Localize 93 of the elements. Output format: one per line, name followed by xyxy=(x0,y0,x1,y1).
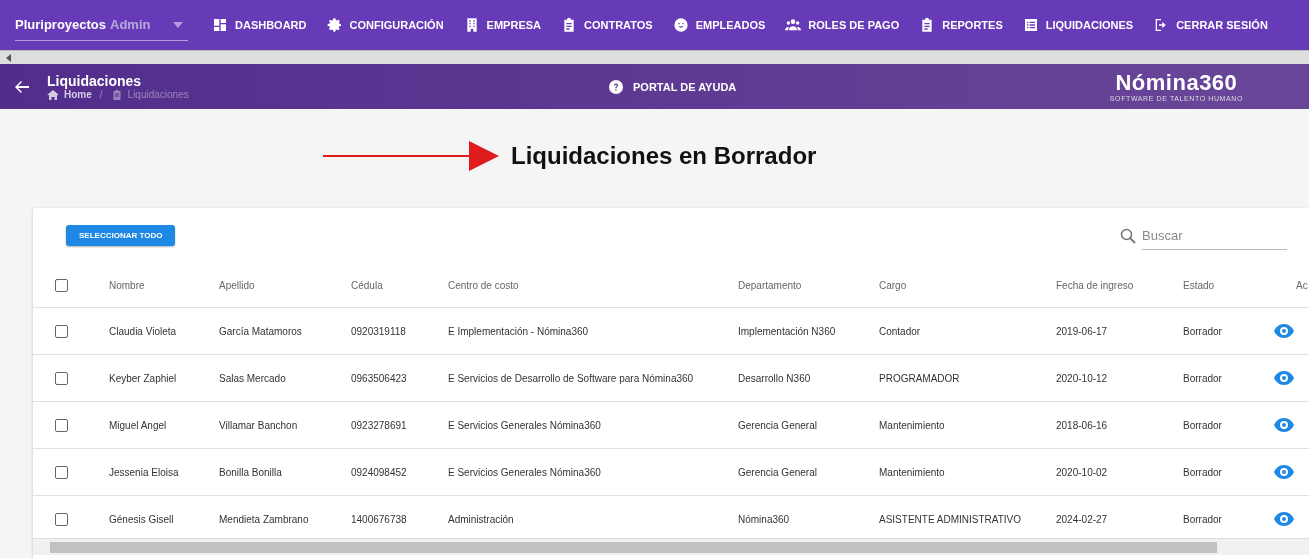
table-cell-text: Desarrollo N360 xyxy=(738,372,812,384)
view-icon[interactable] xyxy=(1274,371,1294,385)
table-cell-text: E Servicios de Desarrollo de Software para Nómina360 xyxy=(448,372,695,384)
table-cell-text: 2020-10-12 xyxy=(1056,372,1109,384)
nav-item[interactable]: ROLES DE PAGO xyxy=(775,7,910,43)
table-cell-text: Contador xyxy=(879,325,922,337)
column-header[interactable]: Cargo xyxy=(879,279,1056,291)
table-cell-text: Borrador xyxy=(1183,372,1223,384)
select-all-button[interactable]: SELECCIONAR TODO xyxy=(66,225,176,246)
table-cell-text: 0923278691 xyxy=(351,419,408,431)
nav-item[interactable]: CONFIGURACIÓN xyxy=(316,7,454,43)
table-cell-text: Borrador xyxy=(1183,325,1223,337)
checkbox[interactable] xyxy=(55,324,68,338)
table-cell-text: Claudia Violeta xyxy=(109,325,178,337)
search-icon xyxy=(1120,227,1136,244)
nav-item[interactable]: DASHBOARD xyxy=(202,7,317,43)
table-cell-text: Gerencia General xyxy=(738,466,818,478)
scroll-left-icon[interactable] xyxy=(5,53,13,62)
table-cell-text: 0924098452 xyxy=(351,466,408,478)
table-cell-text: Implementación N360 xyxy=(738,325,837,337)
checkbox[interactable] xyxy=(55,278,68,292)
table-cell-text: Jessenia Eloisa xyxy=(109,466,180,478)
view-icon[interactable] xyxy=(1274,465,1294,479)
table-cell-text: Villamar Banchon xyxy=(219,419,299,431)
back-arrow-icon[interactable] xyxy=(14,78,30,95)
table-cell-text: Administración xyxy=(448,513,515,525)
nav-item[interactable]: EMPLEADOS xyxy=(662,7,776,43)
role-name: Admin xyxy=(110,17,152,32)
table-cell-text: 0920319118 xyxy=(351,325,407,337)
nav-item[interactable]: CERRAR SESIÓN xyxy=(1143,7,1278,43)
caret-icon xyxy=(173,21,183,28)
table-cell-text: 1400676738 xyxy=(351,513,408,525)
column-header[interactable]: Ac xyxy=(1274,279,1309,291)
view-icon[interactable] xyxy=(1274,324,1294,338)
logo-wordmark: Nómina360 xyxy=(1115,71,1238,95)
dashboard-icon xyxy=(212,17,228,33)
table-cell-text: 0963506423 xyxy=(351,372,408,384)
users-icon xyxy=(785,17,802,33)
view-icon[interactable] xyxy=(1274,512,1294,526)
clipboard-icon xyxy=(561,17,577,33)
table-cell-text: Mendieta Zambrano xyxy=(219,513,310,525)
column-header[interactable]: Fecha de ingreso xyxy=(1056,279,1183,291)
table-cell-text: E Servicios Generales Nómina360 xyxy=(448,419,602,431)
table-cell-text: E Servicios Generales Nómina360 xyxy=(448,466,602,478)
checkbox[interactable] xyxy=(55,418,68,432)
breadcrumb-link[interactable]: Home xyxy=(64,89,92,100)
table-cell-text: 2024-02-27 xyxy=(1056,513,1109,525)
settings-icon xyxy=(326,17,343,33)
table-cell-text: Borrador xyxy=(1183,419,1223,431)
table-cell-text: E Implementación - Nómina360 xyxy=(448,325,590,337)
help-portal-link[interactable]: PORTAL DE AYUDA xyxy=(609,79,737,94)
table-cell-text: Keyber Zaphiel xyxy=(109,372,178,384)
table-cell-text: ASISTENTE ADMINISTRATIVO xyxy=(879,513,1023,525)
table-cell-text: Miguel Angel xyxy=(109,419,168,431)
breadcrumb-current: Liquidaciones xyxy=(127,89,189,100)
column-header[interactable]: Nombre xyxy=(109,279,219,291)
breadcrumb-separator: / xyxy=(98,89,104,100)
table-cell-text: Bonilla Bonilla xyxy=(219,466,283,478)
table-cell-text: Gerencia General xyxy=(738,419,818,431)
table-cell-text: Génesis Gisell xyxy=(109,513,175,525)
page-title: Liquidaciones en Borrador xyxy=(511,141,817,170)
table-cell-text: Nómina360 xyxy=(738,513,791,525)
table-cell-text: 2019-06-17 xyxy=(1056,325,1109,337)
column-header[interactable]: Centro de costo xyxy=(448,279,738,291)
face-icon xyxy=(672,17,689,33)
table-cell-text: 2018-06-16 xyxy=(1056,419,1109,431)
view-icon[interactable] xyxy=(1274,418,1294,432)
checkbox[interactable] xyxy=(55,371,68,385)
help-icon xyxy=(609,79,623,94)
table-cell-text: Borrador xyxy=(1183,466,1223,478)
home-icon xyxy=(47,88,59,101)
table-cell-text: PROGRAMADOR xyxy=(879,372,961,384)
checkbox[interactable] xyxy=(55,465,68,479)
column-header[interactable]: Apellido xyxy=(219,279,351,291)
company-selector[interactable]: Pluriproyectos Admin xyxy=(15,9,188,41)
table-cell-text: García Matamoros xyxy=(219,325,303,337)
checkbox[interactable] xyxy=(55,512,68,526)
table-cell-text: Mantenimiento xyxy=(879,466,946,478)
table-cell-text: Salas Mercado xyxy=(219,372,287,384)
column-header[interactable]: Departamento xyxy=(738,279,879,291)
table-cell-text: 2020-10-02 xyxy=(1056,466,1109,478)
nav-item[interactable]: LIQUIDACIONES xyxy=(1012,7,1144,43)
nav-item[interactable]: REPORTES xyxy=(909,7,1013,43)
column-header[interactable]: Cédula xyxy=(351,279,448,291)
horizontal-scrollbar[interactable] xyxy=(33,538,1309,555)
table-cell-text: Borrador xyxy=(1183,513,1223,525)
column-header[interactable]: Estado xyxy=(1183,279,1274,291)
nav-item[interactable]: EMPRESA xyxy=(453,7,551,43)
table-cell-text: Mantenimiento xyxy=(879,419,946,431)
list-icon xyxy=(1022,17,1039,33)
nav-item[interactable]: CONTRATOS xyxy=(551,7,663,43)
company-name: Pluriproyectos xyxy=(15,17,107,32)
page-heading: Liquidaciones xyxy=(47,72,143,89)
